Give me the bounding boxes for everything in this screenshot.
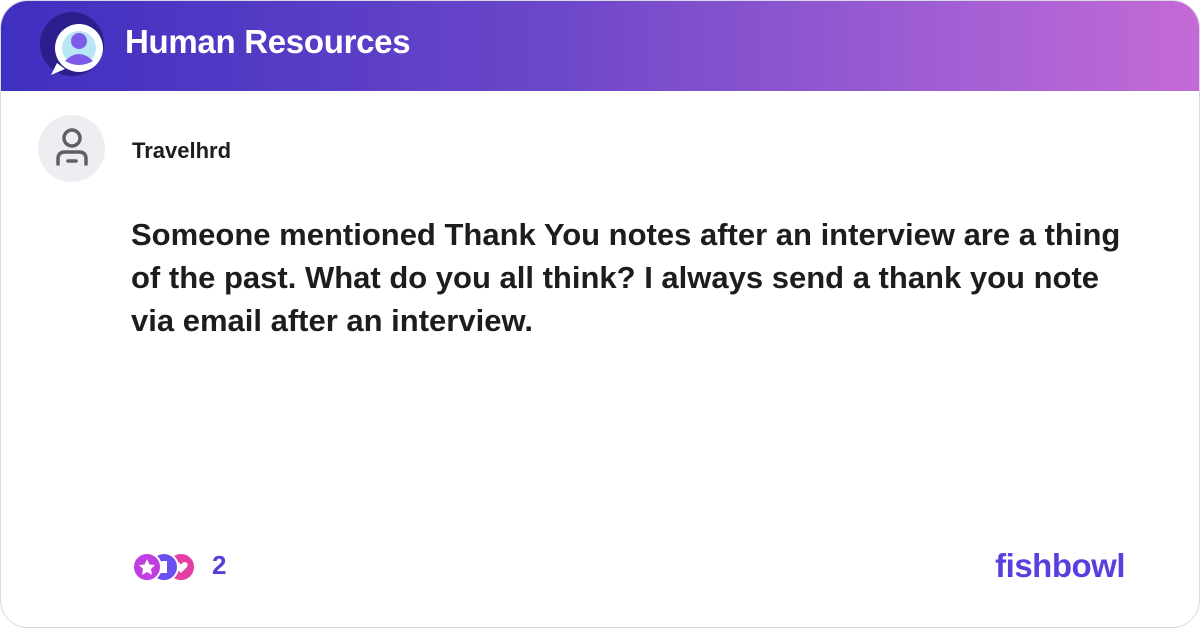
group-title: Human Resources (125, 23, 411, 60)
person-icon (56, 128, 88, 166)
reaction-icons[interactable] (131, 551, 199, 583)
star-reaction-icon (132, 552, 162, 582)
reaction-count[interactable]: 2 (212, 550, 226, 581)
post-card[interactable]: Human Resources Travelhrd Someone mentio… (0, 0, 1200, 628)
header-bar: Human Resources (1, 1, 1199, 91)
post-text: Someone mentioned Thank You notes after … (131, 217, 1121, 338)
author-name[interactable]: Travelhrd (132, 138, 231, 164)
bowl-chat-logo-icon[interactable] (39, 11, 105, 77)
fishbowl-logo[interactable]: fishbowl (995, 547, 1125, 585)
avatar[interactable] (38, 115, 105, 182)
